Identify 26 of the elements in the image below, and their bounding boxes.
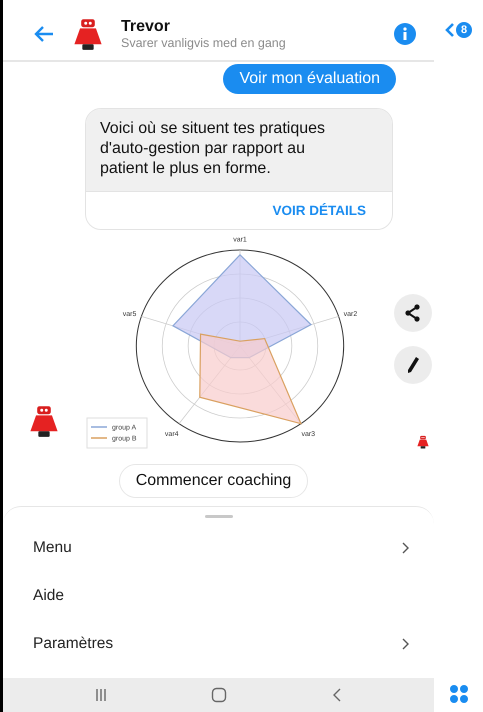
share-button[interactable] [394, 294, 432, 332]
robot-icon [416, 435, 430, 449]
sheet-handle[interactable] [204, 515, 232, 518]
menu-label: Menu [33, 539, 72, 557]
edit-button[interactable] [394, 346, 432, 384]
menu-item[interactable]: Paramètres [3, 620, 434, 668]
menu-label: Aide [33, 587, 64, 605]
message-text: Voici où se situent tes pratiques d'auto-gestion par rapport au patient le plus en forme. [86, 109, 392, 191]
info-icon[interactable] [394, 23, 416, 45]
share-icon [404, 304, 422, 322]
contact-name: Trevor [121, 18, 171, 36]
menu-item[interactable]: Menu [3, 524, 434, 572]
menu-item[interactable]: Aide [3, 572, 434, 620]
contact-status: Svarer vanligvis med en gang [121, 36, 287, 50]
chevron-left-icon[interactable] [445, 22, 455, 38]
chevron-right-icon [402, 542, 410, 554]
apps-icon[interactable] [448, 684, 468, 704]
quick-reply-button[interactable]: Commencer coaching [118, 464, 308, 498]
home-icon[interactable] [211, 687, 228, 703]
menu-label: Paramètres [33, 635, 114, 653]
count-badge: 8 [456, 22, 472, 38]
back-icon[interactable] [332, 688, 342, 702]
back-arrow-icon[interactable] [33, 25, 55, 43]
sent-message: Voir mon évaluation [223, 64, 396, 94]
recent-apps-icon[interactable] [95, 688, 108, 702]
chevron-right-icon [402, 638, 410, 650]
